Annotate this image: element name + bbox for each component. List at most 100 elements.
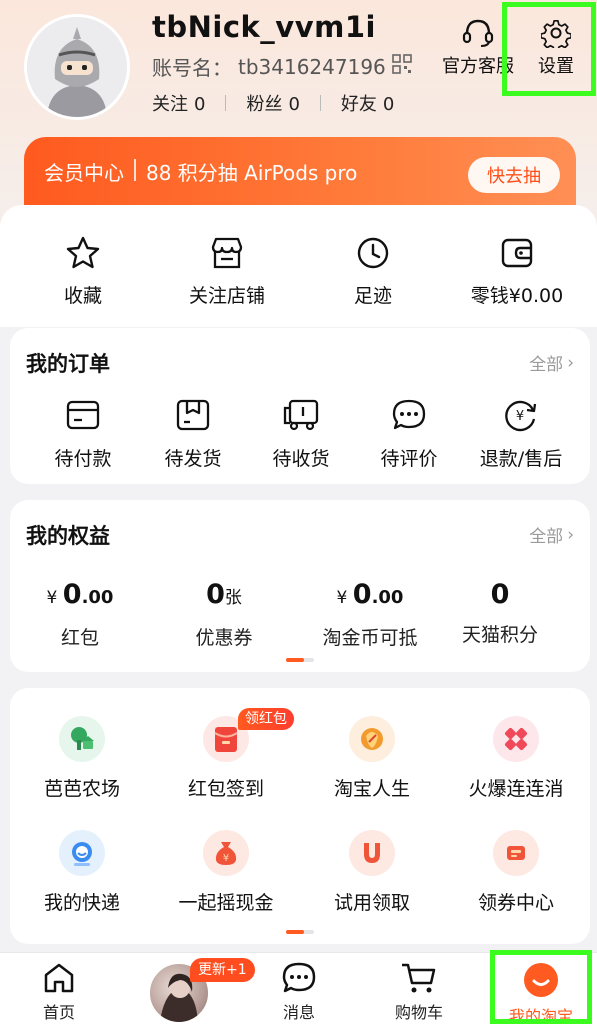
benefits-view-all-link[interactable]: 全部 › xyxy=(529,522,574,548)
refund-icon: ¥ xyxy=(505,400,537,432)
update-badge: 更新+1 xyxy=(190,958,255,982)
red-packet-label: 红包 xyxy=(60,627,99,649)
favorites-label: 收藏 xyxy=(63,285,102,307)
tmall-points-label: 天猫积分 xyxy=(461,624,538,646)
currency-symbol: ¥ xyxy=(46,588,63,608)
friends-stat[interactable]: 好友 0 xyxy=(341,90,394,116)
fans-stat[interactable]: 粉丝 0 xyxy=(246,90,299,116)
tab-home-label: 首页 xyxy=(42,1003,75,1022)
member-center-banner[interactable]: 会员中心 88 积分抽 AirPods pro 快去抽 xyxy=(24,137,576,213)
cart-icon xyxy=(402,963,436,993)
coupon-benefit[interactable]: 0张 优惠券 xyxy=(154,578,294,650)
tab-my-taobao[interactable]: 我的淘宝 xyxy=(486,961,596,1024)
ninja-avatar-icon xyxy=(27,17,127,117)
chevron-right-icon: › xyxy=(567,524,574,545)
friends-count: 0 xyxy=(382,94,395,115)
coupon-value: 0张 xyxy=(154,578,294,615)
following-count: 0 xyxy=(194,94,206,115)
apps-pager xyxy=(286,930,314,934)
shake-cash-app[interactable]: ¥ 一起摇现金 xyxy=(156,830,296,915)
free-trial-app[interactable]: 试用领取 xyxy=(302,830,442,915)
pending-payment-button[interactable]: 待付款 xyxy=(28,398,138,471)
card-icon xyxy=(66,400,100,430)
divider xyxy=(134,159,136,181)
draw-now-button[interactable]: 快去抽 xyxy=(468,157,560,193)
pending-shipment-button[interactable]: 待发货 xyxy=(138,398,248,471)
value-integer: 0 xyxy=(352,579,372,610)
tab-home[interactable]: 首页 xyxy=(4,961,114,1023)
my-benefits-card: 我的权益 全部 › ¥ 0.00 红包 0张 优惠券 ¥ 0.00 淘金币可抵 … xyxy=(10,500,590,672)
red-packet-value: ¥ 0.00 xyxy=(10,578,150,615)
gear-icon xyxy=(541,19,571,48)
currency-symbol: ¥ xyxy=(336,588,353,608)
pager-active xyxy=(286,930,304,934)
taobao-life-app[interactable]: 淘宝人生 xyxy=(302,716,442,801)
refund-aftersale-label: 退款/售后 xyxy=(479,448,563,470)
red-packet-checkin-label: 红包签到 xyxy=(187,778,264,800)
wallet-icon xyxy=(501,238,533,268)
my-benefits-title: 我的权益 xyxy=(26,524,110,548)
tab-cart[interactable]: 购物车 xyxy=(364,961,474,1023)
wallet-label: 零钱¥0.00 xyxy=(470,285,564,307)
orders-view-all-link[interactable]: 全部 › xyxy=(529,350,574,376)
customer-service-label: 官方客服 xyxy=(442,56,514,77)
avatar[interactable] xyxy=(24,14,130,120)
life-icon xyxy=(349,716,395,762)
qr-code-icon[interactable] xyxy=(391,54,412,79)
tab-cart-label: 购物车 xyxy=(394,1003,443,1022)
settings-label: 设置 xyxy=(538,56,574,77)
settings-button[interactable]: 设置 xyxy=(513,8,597,88)
baba-farm-app[interactable]: 芭芭农场 xyxy=(12,716,152,801)
bottom-tab-bar: 首页 消息 购物车 我的淘宝 xyxy=(0,952,597,1024)
member-promo-text: 88 积分抽 AirPods pro xyxy=(146,161,358,185)
puzzle-icon xyxy=(493,716,539,762)
tab-messages[interactable]: 消息 xyxy=(244,961,354,1023)
taobao-life-label: 淘宝人生 xyxy=(333,778,410,800)
tmall-points-benefit[interactable]: 0 天猫积分 xyxy=(430,578,570,647)
match-game-label: 火爆连连消 xyxy=(468,778,564,800)
divider xyxy=(225,95,227,111)
value-integer: 0 xyxy=(62,579,82,610)
my-courier-app[interactable]: 我的快递 xyxy=(12,830,152,915)
my-taobao-icon xyxy=(524,963,558,997)
history-button[interactable]: 足迹 xyxy=(318,235,428,308)
followed-stores-button[interactable]: 关注店铺 xyxy=(172,235,282,308)
history-label: 足迹 xyxy=(353,285,392,307)
free-trial-label: 试用领取 xyxy=(333,892,410,914)
pending-receipt-label: 待收货 xyxy=(272,448,330,470)
following-stat[interactable]: 关注 0 xyxy=(152,90,205,116)
svg-text:¥: ¥ xyxy=(223,853,229,864)
pager-active xyxy=(286,658,304,662)
orders-view-all-label: 全部 xyxy=(529,355,564,375)
username: tbNick_vvm1i xyxy=(152,10,376,44)
match-game-app[interactable]: 火爆连连消 xyxy=(446,716,586,801)
package-icon xyxy=(176,399,210,431)
fans-label: 粉丝 xyxy=(246,94,283,115)
benefits-view-all-label: 全部 xyxy=(529,527,564,547)
red-packet-benefit[interactable]: ¥ 0.00 红包 xyxy=(10,578,150,650)
friends-label: 好友 xyxy=(340,94,377,115)
refund-aftersale-button[interactable]: ¥ 退款/售后 xyxy=(466,398,576,471)
pending-payment-label: 待付款 xyxy=(54,448,112,470)
store-icon xyxy=(211,237,243,269)
pending-receipt-button[interactable]: 待收货 xyxy=(246,398,356,471)
account-label: 账号名： xyxy=(152,56,232,80)
coupon-center-label: 领券中心 xyxy=(477,892,554,914)
account-name-row: 账号名： tb3416247196 xyxy=(152,52,412,81)
favorites-button[interactable]: 收藏 xyxy=(28,235,138,308)
my-courier-label: 我的快递 xyxy=(43,892,120,914)
customer-service-button[interactable]: 官方客服 xyxy=(435,8,521,88)
value-integer: 0 xyxy=(206,579,225,610)
value-decimal: .00 xyxy=(371,587,404,608)
star-icon xyxy=(66,236,100,269)
value-unit: 张 xyxy=(224,588,242,608)
value-integer: 0 xyxy=(490,579,510,610)
pending-review-button[interactable]: 待评价 xyxy=(354,398,464,471)
coupon-center-app[interactable]: 领券中心 xyxy=(446,830,586,915)
taojinbi-benefit[interactable]: ¥ 0.00 淘金币可抵 xyxy=(300,578,440,650)
tmall-points-value: 0 xyxy=(430,578,570,612)
pending-shipment-label: 待发货 xyxy=(164,448,222,470)
following-label: 关注 xyxy=(152,94,188,115)
baba-farm-label: 芭芭农场 xyxy=(43,778,120,800)
wallet-button[interactable]: 零钱¥0.00 xyxy=(462,235,572,308)
